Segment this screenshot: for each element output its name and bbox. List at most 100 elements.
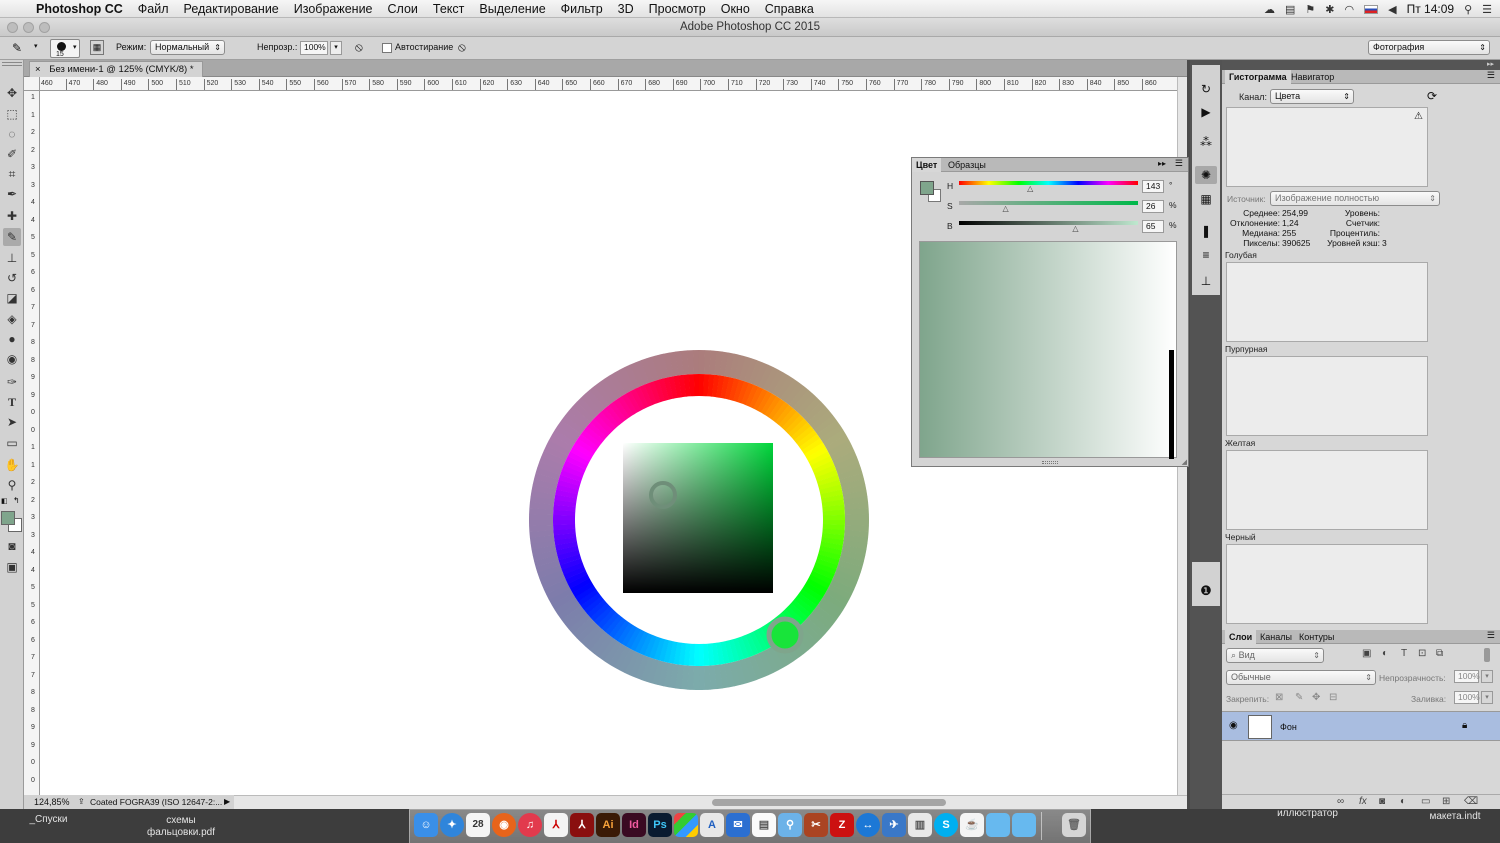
swatches-icon[interactable]: ▦ bbox=[1195, 190, 1217, 208]
history-brush-tool-icon[interactable]: ↺ bbox=[3, 269, 21, 287]
path-selection-tool-icon[interactable]: ➤ bbox=[3, 413, 21, 431]
new-adjustment-layer-icon[interactable]: ◐ bbox=[1400, 796, 1406, 807]
lock-transparent-icon[interactable]: ⊠ bbox=[1275, 692, 1283, 703]
horizontal-scroll-thumb[interactable] bbox=[712, 799, 946, 806]
hue-slider-thumb[interactable]: △ bbox=[1027, 184, 1033, 193]
layer-opacity-field[interactable]: 100% bbox=[1454, 670, 1480, 683]
opacity-field[interactable]: 100% bbox=[300, 41, 328, 55]
move-tool-icon[interactable]: ✥ bbox=[3, 84, 21, 102]
wifi-icon[interactable]: ◠ bbox=[1345, 3, 1355, 16]
hud-color-picker[interactable] bbox=[528, 349, 870, 691]
foreground-color-chip[interactable] bbox=[920, 181, 934, 195]
horizontal-ruler[interactable]: 460 470 480 490 500 510 520 530 540 550 560 570 580 5… bbox=[40, 77, 1177, 91]
saturation-slider[interactable] bbox=[959, 201, 1138, 205]
swap-colors-icon[interactable]: ↰ bbox=[13, 496, 20, 505]
panel-menu-icon[interactable]: ☰ bbox=[1487, 630, 1495, 641]
s-field[interactable]: 26 bbox=[1142, 200, 1164, 213]
notifications-icon[interactable]: ☰ bbox=[1482, 3, 1492, 16]
menu-view[interactable]: Просмотр bbox=[649, 2, 706, 16]
eyedropper-tool-icon[interactable]: ✒ bbox=[3, 185, 21, 203]
zoom-tool-icon[interactable]: ⚲ bbox=[3, 476, 21, 494]
dock-folder-icon[interactable] bbox=[986, 813, 1010, 837]
filter-type-icon[interactable]: T bbox=[1401, 648, 1407, 659]
dock-stats-icon[interactable]: ▥ bbox=[908, 813, 932, 837]
menu-help[interactable]: Справка bbox=[765, 2, 814, 16]
dock-acrobat-reader-icon[interactable]: ⅄ bbox=[544, 813, 568, 837]
color-icon[interactable]: ✺ bbox=[1195, 166, 1217, 184]
info-icon[interactable]: ❶ bbox=[1195, 582, 1217, 600]
warning-icon[interactable]: ⚠ bbox=[1414, 111, 1423, 122]
auto-erase-checkbox[interactable] bbox=[382, 43, 392, 53]
type-tool-icon[interactable]: T bbox=[3, 393, 21, 411]
hue-slider[interactable] bbox=[959, 181, 1138, 185]
toolbar-grip[interactable] bbox=[2, 62, 22, 66]
minimize-window-button[interactable] bbox=[23, 22, 34, 33]
new-layer-icon[interactable]: ⊞ bbox=[1442, 796, 1450, 807]
desktop-item-maketa-indt[interactable]: макета.indt bbox=[1420, 811, 1490, 822]
lock-all-icon[interactable]: ⊟ bbox=[1329, 692, 1337, 703]
ramp-black-swatch[interactable] bbox=[1169, 350, 1174, 459]
close-window-button[interactable] bbox=[7, 22, 18, 33]
tab-channels[interactable]: Каналы bbox=[1256, 630, 1296, 644]
opacity-chevron-icon[interactable]: ▾ bbox=[330, 41, 342, 55]
menu-file[interactable]: Файл bbox=[138, 2, 169, 16]
zoom-window-button[interactable] bbox=[39, 22, 50, 33]
source-select[interactable]: Изображение полностью bbox=[1270, 191, 1440, 206]
volume-icon[interactable]: ◀ bbox=[1388, 3, 1396, 16]
ruler-origin[interactable] bbox=[24, 77, 40, 91]
quick-mask-icon[interactable]: ◙ bbox=[3, 537, 21, 555]
h-field[interactable]: 143 bbox=[1142, 180, 1164, 193]
add-mask-icon[interactable]: ◙ bbox=[1379, 796, 1385, 807]
lock-pixels-icon[interactable]: ✎ bbox=[1295, 692, 1303, 703]
dock-java-icon[interactable]: ☕ bbox=[960, 813, 984, 837]
quick-select-tool-icon[interactable]: ✐ bbox=[3, 145, 21, 163]
foreground-color-swatch[interactable] bbox=[1, 511, 15, 525]
close-tab-icon[interactable]: × bbox=[35, 64, 41, 75]
filter-pixel-icon[interactable]: ▣ bbox=[1362, 648, 1371, 659]
filter-toggle-switch[interactable] bbox=[1484, 648, 1490, 662]
dock-trash-icon[interactable]: 🗑︎ bbox=[1062, 813, 1086, 837]
desktop-item-schemes-pdf[interactable]: схемы фальцовки.pdf bbox=[140, 815, 222, 839]
document-tab[interactable]: × Без имени-1 @ 125% (CMYK/8) * bbox=[29, 61, 203, 77]
layer-opacity-chevron-icon[interactable]: ▾ bbox=[1481, 670, 1493, 683]
dock-notes-icon[interactable]: ▤ bbox=[752, 813, 776, 837]
filter-smart-object-icon[interactable]: ⧉ bbox=[1436, 648, 1443, 659]
brightness-slider-thumb[interactable]: △ bbox=[1072, 224, 1078, 233]
tab-color[interactable]: Цвет bbox=[912, 158, 942, 172]
actions-icon[interactable]: ▶ bbox=[1195, 103, 1217, 121]
panel-menu-icon[interactable]: ☰ bbox=[1487, 70, 1495, 81]
dock-utilities-icon[interactable]: ✂ bbox=[804, 813, 828, 837]
crop-tool-icon[interactable]: ⌗ bbox=[3, 165, 21, 183]
app-menu[interactable]: Photoshop CC bbox=[36, 2, 123, 16]
saturation-slider-thumb[interactable]: △ bbox=[1003, 204, 1009, 213]
menu-edit[interactable]: Редактирование bbox=[184, 2, 279, 16]
desktop-item-illustrator[interactable]: иллюстратор bbox=[1270, 808, 1345, 819]
script-icon[interactable]: ⚑ bbox=[1305, 3, 1315, 16]
dock-font-book-icon[interactable]: A bbox=[700, 813, 724, 837]
flag-icon[interactable] bbox=[1364, 4, 1379, 14]
dodge-tool-icon[interactable]: ◉ bbox=[3, 350, 21, 368]
dock-illustrator-icon[interactable]: Ai bbox=[596, 813, 620, 837]
collapse-panel-icon[interactable]: ▸▸ bbox=[1158, 159, 1166, 168]
pressure-opacity-icon[interactable]: ⦸ bbox=[355, 40, 363, 55]
dock-safari-icon[interactable]: ✦ bbox=[440, 813, 464, 837]
clock[interactable]: Пт 14:09 bbox=[1407, 2, 1454, 16]
brush-presets-icon[interactable]: ❚ bbox=[1195, 222, 1217, 240]
link-layers-icon[interactable]: ∞ bbox=[1337, 796, 1344, 807]
blend-mode-select[interactable]: Обычные bbox=[1226, 670, 1376, 685]
filter-adjustment-icon[interactable]: ◐ bbox=[1382, 648, 1388, 659]
dock-preview-icon[interactable]: ⚲ bbox=[778, 813, 802, 837]
default-colors-icon[interactable]: ◧ bbox=[1, 497, 8, 505]
color-ramp[interactable] bbox=[919, 241, 1177, 459]
share-icon[interactable]: ⇪ bbox=[78, 795, 85, 809]
layer-row[interactable]: ◉ Фон 🔒︎ bbox=[1222, 711, 1500, 741]
dock-finder-icon[interactable]: ☺ bbox=[414, 813, 438, 837]
menu-3d[interactable]: 3D bbox=[618, 2, 634, 16]
layer-filter-select[interactable]: ⌕ Вид bbox=[1226, 648, 1324, 663]
pressure-size-icon[interactable]: ⦸ bbox=[458, 40, 466, 55]
dock-teamviewer-icon[interactable]: ↔ bbox=[856, 813, 880, 837]
marquee-tool-icon[interactable]: ⬚ bbox=[3, 105, 21, 123]
b-field[interactable]: 65 bbox=[1142, 220, 1164, 233]
dock-skype-icon[interactable]: S bbox=[934, 813, 958, 837]
dock-mosaic-icon[interactable] bbox=[674, 813, 698, 837]
